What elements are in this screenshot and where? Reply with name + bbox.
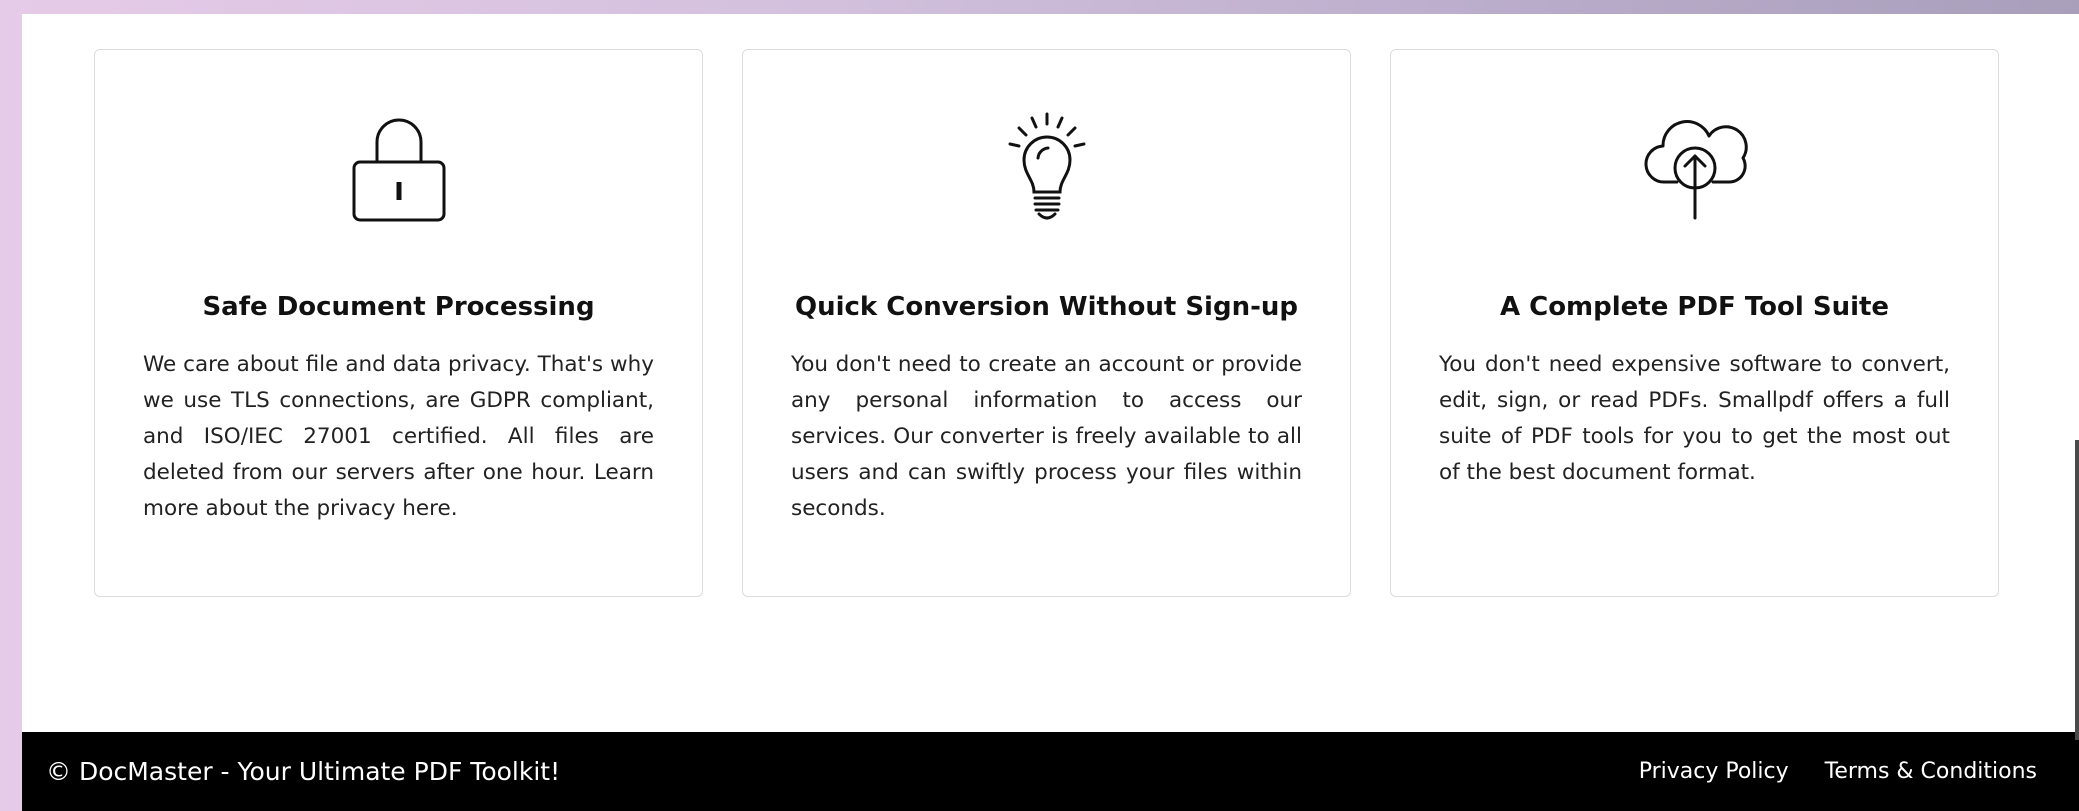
footer-links: Privacy Policy Terms & Conditions	[1639, 732, 2037, 811]
feature-title: Quick Conversion Without Sign-up	[794, 292, 1298, 322]
site-footer: © DocMaster - Your Ultimate PDF Toolkit!…	[22, 732, 2079, 811]
feature-card-pdf-suite: A Complete PDF Tool Suite You don't need…	[1390, 49, 1999, 597]
terms-conditions-link[interactable]: Terms & Conditions	[1825, 759, 2037, 784]
lightbulb-icon	[743, 110, 1350, 225]
feature-title: A Complete PDF Tool Suite	[1499, 292, 1890, 322]
feature-description: We care about file and data privacy. Tha…	[143, 352, 654, 521]
page-scrollbar[interactable]	[2075, 440, 2079, 740]
feature-description: You don't need to create an account or p…	[791, 352, 1302, 521]
features-section: Safe Document Processing We care about f…	[94, 49, 2000, 599]
padlock-icon	[95, 110, 702, 225]
feature-card-safe-processing: Safe Document Processing We care about f…	[94, 49, 703, 597]
feature-description: You don't need expensive software to con…	[1439, 352, 1950, 485]
page-content: Safe Document Processing We care about f…	[22, 14, 2079, 811]
privacy-policy-link[interactable]: Privacy Policy	[1639, 759, 1789, 784]
feature-title: Safe Document Processing	[202, 292, 595, 322]
footer-copyright: © DocMaster - Your Ultimate PDF Toolkit!	[46, 757, 561, 786]
feature-card-quick-conversion: Quick Conversion Without Sign-up You don…	[742, 49, 1351, 597]
cloud-upload-icon	[1391, 110, 1998, 225]
